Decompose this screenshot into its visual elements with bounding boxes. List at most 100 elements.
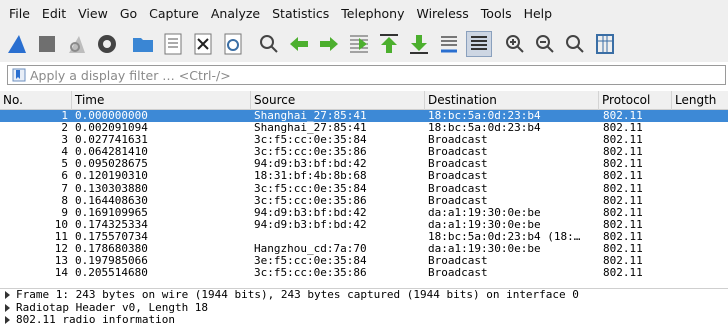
packet-row[interactable]: 11 0.175570734 18:bc:5a:0d:23:b4 (18:… 8… [0,231,728,243]
gear-options-icon[interactable] [94,31,120,57]
detail-text: Frame 1: 243 bytes on wire (1944 bits), … [16,288,579,301]
packet-row[interactable]: 6 0.120190310 18:31:bf:4b:8b:68 Broadcas… [0,170,728,182]
save-file-icon[interactable] [160,31,186,57]
cell-time: 0.095028675 [75,158,148,171]
cell-source: 18:31:bf:4b:8b:68 [254,170,367,183]
cell-protocol: 802.11 [603,255,643,268]
menu-edit[interactable]: Edit [36,6,72,21]
packet-row[interactable]: 13 0.197985066 3e:f5:cc:0e:35:84 Broadca… [0,255,728,267]
autoscroll-icon[interactable] [436,31,462,57]
zoom-reset-icon[interactable] [562,31,588,57]
column-header-length[interactable]: Length [672,91,728,110]
menu-capture[interactable]: Capture [143,6,205,21]
goto-packet-icon[interactable] [346,31,372,57]
packet-details-pane: Frame 1: 243 bytes on wire (1944 bits), … [0,288,728,328]
menu-tools[interactable]: Tools [475,6,518,21]
detail-row-frame[interactable]: Frame 1: 243 bytes on wire (1944 bits), … [0,289,728,302]
cell-time: 0.175570734 [75,230,148,243]
column-header-source[interactable]: Source [251,91,425,110]
cell-destination: da:a1:19:30:0e:be [428,218,541,231]
back-arrow-icon[interactable] [286,31,312,57]
cell-protocol: 802.11 [603,206,643,219]
cell-time: 0.178680380 [75,243,148,256]
expand-triangle-icon[interactable] [5,291,10,300]
cell-destination: 18:bc:5a:0d:23:b4 [428,122,541,135]
packet-row[interactable]: 4 0.064281410 3c:f5:cc:0e:35:86 Broadcas… [0,146,728,158]
open-folder-icon[interactable] [130,31,156,57]
column-header-time[interactable]: Time [72,91,251,110]
cell-time: 0.000000000 [75,110,148,122]
first-packet-icon[interactable] [376,31,402,57]
resize-columns-icon[interactable] [592,31,618,57]
packet-row[interactable]: 14 0.205514680 3c:f5:cc:0e:35:86 Broadca… [0,267,728,279]
menu-help[interactable]: Help [518,6,559,21]
column-header-protocol[interactable]: Protocol [599,91,672,110]
cell-time: 0.197985066 [75,255,148,268]
forward-arrow-icon[interactable] [316,31,342,57]
cell-source: 3c:f5:cc:0e:35:84 [254,134,367,147]
menu-view[interactable]: View [72,6,114,21]
packet-row[interactable]: 3 0.027741631 3c:f5:cc:0e:35:84 Broadcas… [0,134,728,146]
menu-file[interactable]: File [0,6,36,21]
cell-time: 0.064281410 [75,146,148,159]
cell-no: 2 [61,122,68,135]
cell-protocol: 802.11 [603,170,643,183]
column-header-destination[interactable]: Destination [425,91,599,110]
cell-source: Shanghai_27:85:41 [254,122,367,135]
cell-destination: 18:bc:5a:0d:23:b4 [428,110,541,122]
cell-destination: Broadcast [428,255,488,268]
detail-row-radio-info[interactable]: 802.11 radio information [0,313,728,327]
expand-triangle-icon[interactable] [5,316,10,325]
cell-source: 94:d9:b3:bf:bd:42 [254,218,367,231]
column-header-no[interactable]: No. [0,91,72,110]
cell-no: 10 [54,218,68,231]
menu-go[interactable]: Go [114,6,143,21]
packet-row[interactable]: 2 0.002091094 Shanghai_27:85:41 18:bc:5a… [0,122,728,134]
menu-telephony[interactable]: Telephony [335,6,410,21]
last-packet-icon[interactable] [406,31,432,57]
close-file-icon[interactable] [190,31,216,57]
cell-no: 4 [61,146,68,159]
cell-destination: Broadcast [428,170,488,183]
menu-analyze[interactable]: Analyze [205,6,266,21]
packet-row[interactable]: 12 0.178680380 Hangzhou_cd:7a:70 da:a1:1… [0,243,728,255]
cell-time: 0.002091094 [75,122,148,135]
cell-protocol: 802.11 [603,110,643,122]
menu-statistics[interactable]: Statistics [266,6,335,21]
colorize-icon[interactable] [466,31,492,57]
zoom-out-icon[interactable] [532,31,558,57]
packet-row[interactable]: 5 0.095028675 94:d9:b3:bf:bd:42 Broadcas… [0,158,728,170]
cell-protocol: 802.11 [603,146,643,159]
cell-time: 0.027741631 [75,134,148,147]
display-filter-bar [7,65,726,85]
cell-time: 0.174325334 [75,218,148,231]
cell-destination: Broadcast [428,267,488,280]
packet-row[interactable]: 9 0.169109965 94:d9:b3:bf:bd:42 da:a1:19… [0,207,728,219]
cell-source: 94:d9:b3:bf:bd:42 [254,206,367,219]
cell-source: 3e:f5:cc:0e:35:84 [254,255,367,268]
packet-row[interactable]: 7 0.130303880 3c:f5:cc:0e:35:84 Broadcas… [0,183,728,195]
cell-protocol: 802.11 [603,194,643,207]
shark-fin-restart-icon[interactable] [64,31,90,57]
cell-no: 5 [61,158,68,171]
cell-protocol: 802.11 [603,243,643,256]
display-filter-input[interactable] [30,67,710,83]
cell-source: 3c:f5:cc:0e:35:86 [254,194,367,207]
expand-triangle-icon[interactable] [5,303,10,312]
stop-square-icon[interactable] [34,31,60,57]
cell-no: 6 [61,170,68,183]
packet-row[interactable]: 1 0.000000000 Shanghai_27:85:41 18:bc:5a… [0,110,728,123]
shark-fin-start-icon[interactable] [4,31,30,57]
bookmark-icon[interactable] [12,68,26,82]
cell-destination: Broadcast [428,134,488,147]
cell-destination: 18:bc:5a:0d:23:b4 (18:… [428,230,581,243]
packet-row[interactable]: 10 0.174325334 94:d9:b3:bf:bd:42 da:a1:1… [0,219,728,231]
packet-row[interactable]: 8 0.164408630 3c:f5:cc:0e:35:86 Broadcas… [0,195,728,207]
cell-protocol: 802.11 [603,182,643,195]
reload-icon[interactable] [220,31,246,57]
menu-wireless[interactable]: Wireless [410,6,474,21]
search-icon[interactable] [256,31,282,57]
cell-time: 0.164408630 [75,194,148,207]
cell-no: 11 [54,230,68,243]
zoom-in-icon[interactable] [502,31,528,57]
